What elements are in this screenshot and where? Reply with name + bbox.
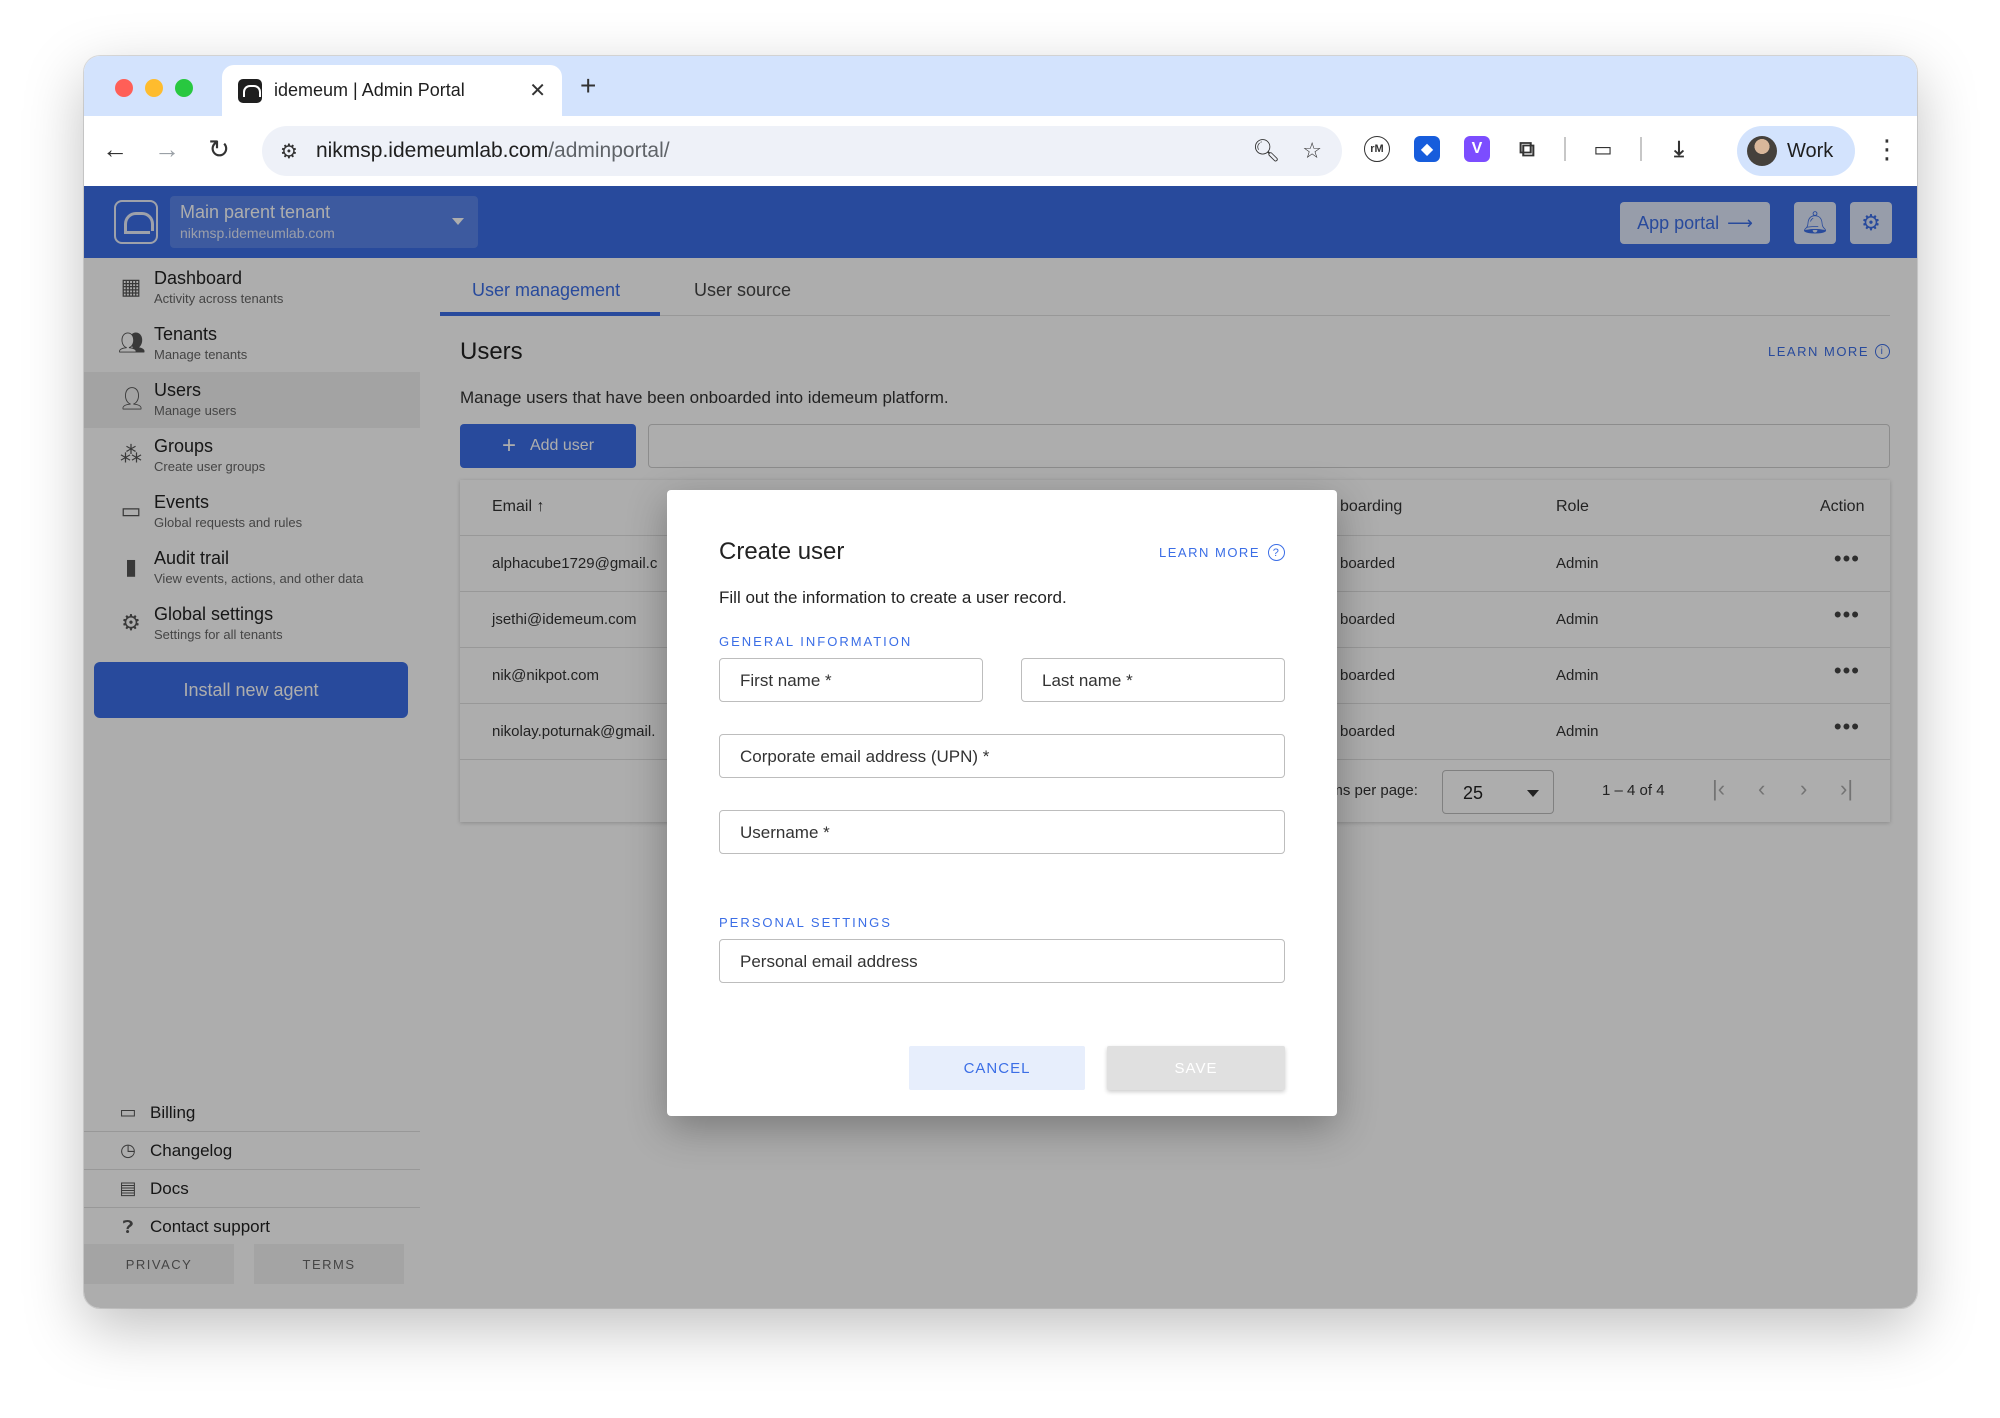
tab-title: idemeum | Admin Portal bbox=[274, 80, 465, 100]
zoom-icon[interactable]: 🔍︎ bbox=[1252, 138, 1280, 164]
dialog-description: Fill out the information to create a use… bbox=[719, 588, 1067, 607]
save-button[interactable]: SAVE bbox=[1107, 1046, 1285, 1090]
url-path: /adminportal/ bbox=[548, 139, 670, 162]
browser-menu-icon[interactable]: ⋮ bbox=[1874, 134, 1900, 165]
toolbar-separator bbox=[1640, 137, 1642, 161]
first-name-field[interactable]: First name * bbox=[719, 658, 983, 702]
minimize-window-button[interactable] bbox=[145, 79, 163, 97]
bookmark-star-icon[interactable]: ☆ bbox=[1302, 138, 1322, 164]
profile-name: Work bbox=[1787, 139, 1834, 162]
tab-strip: idemeum | Admin Portal ✕ + bbox=[84, 56, 1917, 116]
general-information-heading: GENERAL INFORMATION bbox=[719, 634, 913, 649]
last-name-field[interactable]: Last name * bbox=[1021, 658, 1285, 702]
tab-search-icon[interactable]: ▭ bbox=[1590, 136, 1616, 162]
maximize-window-button[interactable] bbox=[175, 79, 193, 97]
close-window-button[interactable] bbox=[115, 79, 133, 97]
back-button[interactable]: ← bbox=[98, 134, 132, 165]
profile-button[interactable]: Work bbox=[1737, 126, 1855, 176]
reload-button[interactable]: ↻ bbox=[202, 134, 236, 165]
avatar bbox=[1747, 136, 1777, 166]
download-icon[interactable]: ⤓ bbox=[1666, 136, 1692, 162]
forward-button[interactable]: → bbox=[150, 134, 184, 165]
close-tab-icon[interactable]: ✕ bbox=[529, 78, 546, 103]
rm-extension-icon[interactable]: rM bbox=[1364, 136, 1390, 162]
dialog-learn-more-link[interactable]: LEARN MORE ? bbox=[1159, 544, 1285, 561]
dialog-learn-more-label: LEARN MORE bbox=[1159, 545, 1260, 560]
browser-tab[interactable]: idemeum | Admin Portal ✕ bbox=[222, 65, 562, 116]
v-extension-icon[interactable]: V bbox=[1464, 136, 1490, 162]
personal-settings-heading: PERSONAL SETTINGS bbox=[719, 915, 892, 930]
cancel-button[interactable]: CANCEL bbox=[909, 1046, 1085, 1090]
create-user-dialog: Create user LEARN MORE ? Fill out the in… bbox=[667, 490, 1337, 1116]
extensions-area: rM ◆ V ⧉ ▭ ⤓ bbox=[1364, 136, 1692, 162]
toolbar-separator bbox=[1564, 137, 1566, 161]
site-settings-icon[interactable]: ⚙ bbox=[280, 139, 298, 164]
address-bar[interactable]: ⚙ nikmsp.idemeumlab.com/adminportal/ 🔍︎ … bbox=[262, 126, 1342, 176]
url-host: nikmsp.idemeumlab.com bbox=[315, 139, 549, 162]
username-field[interactable]: Username * bbox=[719, 810, 1285, 854]
help-circle-icon: ? bbox=[1268, 544, 1285, 561]
new-tab-button[interactable]: + bbox=[580, 70, 596, 102]
browser-toolbar: ← → ↻ ⚙ nikmsp.idemeumlab.com/adminporta… bbox=[84, 116, 1917, 186]
url-text: nikmsp.idemeumlab.com/adminportal/ bbox=[316, 139, 670, 163]
page-content: Main parent tenant nikmsp.idemeumlab.com… bbox=[84, 186, 1917, 1308]
personal-email-field[interactable]: Personal email address bbox=[719, 939, 1285, 983]
browser-window: idemeum | Admin Portal ✕ + ← → ↻ ⚙ nikms… bbox=[84, 56, 1917, 1308]
extensions-puzzle-icon[interactable]: ⧉ bbox=[1514, 136, 1540, 162]
idemeum-favicon-icon bbox=[238, 78, 262, 103]
corporate-email-field[interactable]: Corporate email address (UPN) * bbox=[719, 734, 1285, 778]
window-controls bbox=[115, 79, 193, 97]
bitwarden-extension-icon[interactable]: ◆ bbox=[1414, 136, 1440, 162]
dialog-title: Create user bbox=[719, 538, 845, 565]
